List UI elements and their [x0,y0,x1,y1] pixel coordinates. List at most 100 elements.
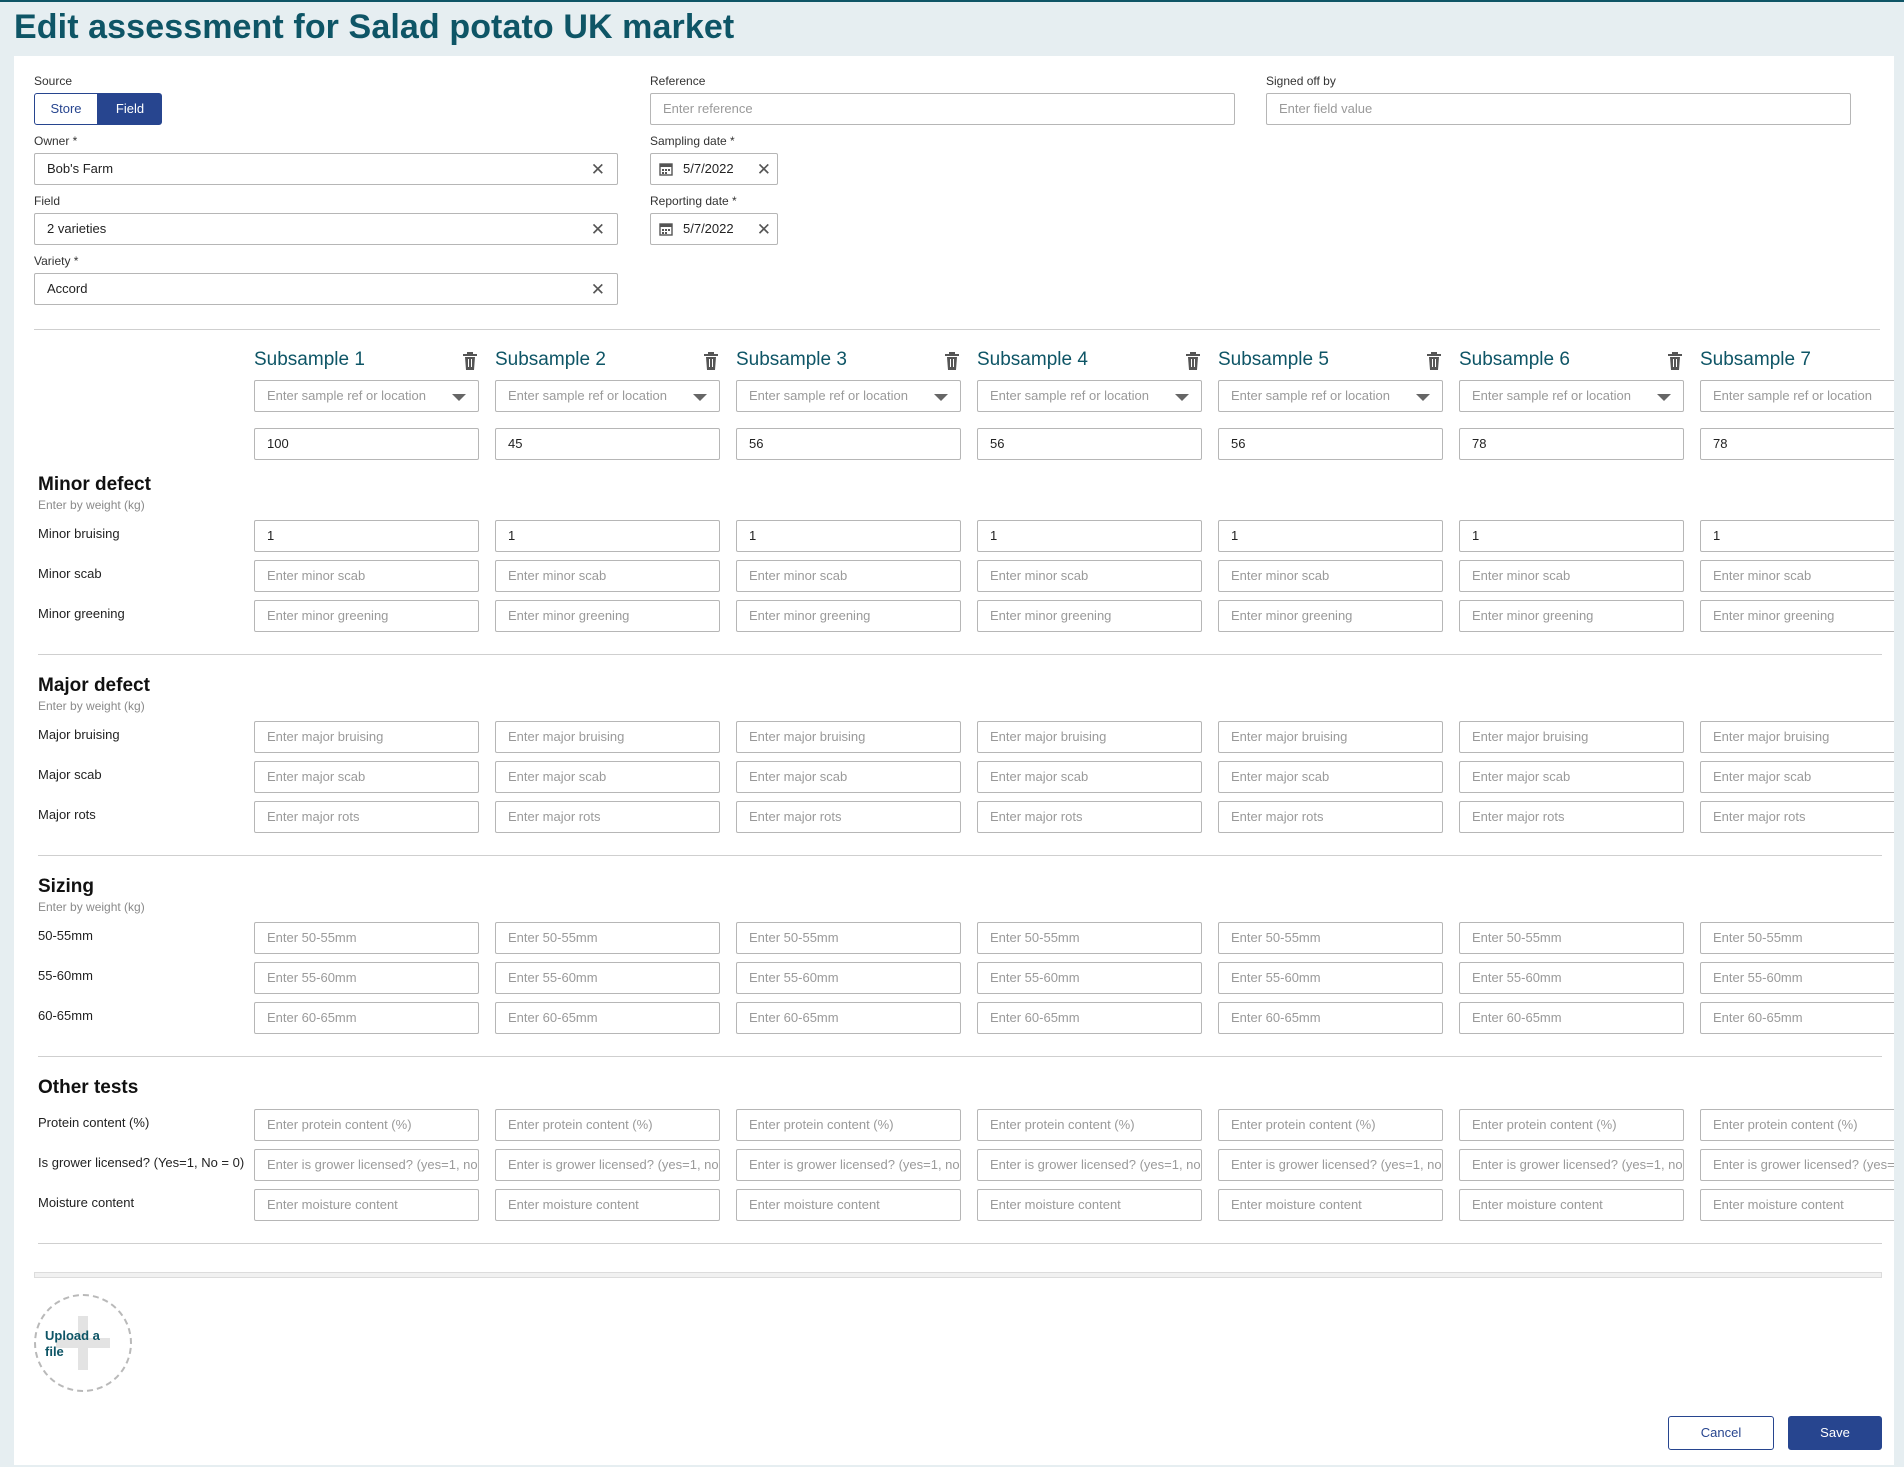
sample-ref-dropdown[interactable]: Enter sample ref or location [1459,380,1684,412]
measurement-input[interactable]: Enter 55-60mm [1459,962,1684,994]
delete-subsample-icon[interactable] [1426,352,1442,370]
subsample-weight-input[interactable]: 56 [1218,428,1443,460]
measurement-input[interactable]: Enter minor greening [977,600,1202,632]
measurement-input[interactable]: Enter major bruising [736,721,961,753]
measurement-input[interactable]: Enter major bruising [1218,721,1443,753]
horizontal-scrollbar[interactable] [34,1272,1882,1278]
measurement-input[interactable]: Enter 55-60mm [977,962,1202,994]
measurement-input[interactable]: Enter major scab [254,761,479,793]
measurement-input[interactable]: Enter 60-65mm [977,1002,1202,1034]
measurement-input[interactable]: Enter moisture content [1700,1189,1894,1221]
measurement-input[interactable]: Enter 50-55mm [1459,922,1684,954]
measurement-input[interactable]: Enter major scab [1459,761,1684,793]
sample-ref-dropdown[interactable]: Enter sample ref or location [736,380,961,412]
measurement-input[interactable]: Enter protein content (%) [1459,1109,1684,1141]
measurement-input[interactable]: Enter moisture content [495,1189,720,1221]
reference-input[interactable]: Enter reference [650,93,1235,125]
measurement-input[interactable]: Enter major rots [254,801,479,833]
measurement-input[interactable]: Enter protein content (%) [254,1109,479,1141]
measurement-input[interactable]: Enter minor greening [254,600,479,632]
measurement-input[interactable]: Enter protein content (%) [977,1109,1202,1141]
measurement-input[interactable]: Enter 50-55mm [1218,922,1443,954]
measurement-input[interactable]: Enter 50-55mm [254,922,479,954]
measurement-input[interactable]: Enter is grower licensed? (yes=1, no=0) [1218,1149,1443,1181]
measurement-input[interactable]: Enter is grower licensed? (yes=1, no=0) [495,1149,720,1181]
measurement-input[interactable]: Enter moisture content [254,1189,479,1221]
measurement-input[interactable]: Enter major scab [736,761,961,793]
measurement-input[interactable]: 1 [736,520,961,552]
reporting-date-input[interactable]: 5/7/2022 ✕ [650,213,778,245]
subsample-weight-input[interactable]: 56 [977,428,1202,460]
measurement-input[interactable]: Enter minor greening [1700,600,1894,632]
source-store-button[interactable]: Store [34,93,98,125]
measurement-input[interactable]: Enter 55-60mm [1700,962,1894,994]
source-field-button[interactable]: Field [98,93,162,125]
measurement-input[interactable]: Enter major bruising [977,721,1202,753]
subsample-weight-input[interactable]: 100 [254,428,479,460]
signed-off-by-input[interactable]: Enter field value [1266,93,1851,125]
measurement-input[interactable]: Enter minor scab [495,560,720,592]
clear-sampling-date-icon[interactable]: ✕ [757,161,771,178]
owner-select[interactable]: Bob's Farm ✕ [34,153,618,185]
measurement-input[interactable]: 1 [977,520,1202,552]
clear-reporting-date-icon[interactable]: ✕ [757,221,771,238]
delete-subsample-icon[interactable] [1185,352,1201,370]
measurement-input[interactable]: Enter major scab [1700,761,1894,793]
measurement-input[interactable]: Enter protein content (%) [1700,1109,1894,1141]
measurement-input[interactable]: Enter minor scab [1700,560,1894,592]
chevron-down-icon[interactable] [693,394,707,401]
subsample-weight-input[interactable]: 78 [1700,428,1894,460]
delete-subsample-icon[interactable] [1667,352,1683,370]
sample-ref-dropdown[interactable]: Enter sample ref or location [254,380,479,412]
measurement-input[interactable]: Enter minor greening [736,600,961,632]
measurement-input[interactable]: Enter protein content (%) [1218,1109,1443,1141]
measurement-input[interactable]: Enter major rots [1459,801,1684,833]
measurement-input[interactable]: Enter major rots [1700,801,1894,833]
measurement-input[interactable]: Enter 60-65mm [1700,1002,1894,1034]
measurement-input[interactable]: Enter 50-55mm [495,922,720,954]
measurement-input[interactable]: Enter is grower licensed? (yes=1, no=0) [254,1149,479,1181]
measurement-input[interactable]: Enter protein content (%) [495,1109,720,1141]
measurement-input[interactable]: 1 [1459,520,1684,552]
measurement-input[interactable]: Enter major rots [736,801,961,833]
measurement-input[interactable]: Enter minor greening [1218,600,1443,632]
measurement-input[interactable]: Enter minor scab [1218,560,1443,592]
variety-select[interactable]: Accord ✕ [34,273,618,305]
delete-subsample-icon[interactable] [703,352,719,370]
measurement-input[interactable]: Enter 60-65mm [1459,1002,1684,1034]
chevron-down-icon[interactable] [1416,394,1430,401]
measurement-input[interactable]: Enter is grower licensed? (yes=1, no=0) [1700,1149,1894,1181]
measurement-input[interactable]: Enter moisture content [736,1189,961,1221]
measurement-input[interactable]: 1 [254,520,479,552]
measurement-input[interactable]: Enter 60-65mm [254,1002,479,1034]
measurement-input[interactable]: 1 [1700,520,1894,552]
measurement-input[interactable]: 1 [495,520,720,552]
measurement-input[interactable]: Enter major rots [977,801,1202,833]
measurement-input[interactable]: 1 [1218,520,1443,552]
subsample-weight-input[interactable]: 45 [495,428,720,460]
measurement-input[interactable]: Enter 55-60mm [736,962,961,994]
measurement-input[interactable]: Enter 60-65mm [1218,1002,1443,1034]
measurement-input[interactable]: Enter minor greening [495,600,720,632]
measurement-input[interactable]: Enter 55-60mm [1218,962,1443,994]
measurement-input[interactable]: Enter is grower licensed? (yes=1, no=0) [1459,1149,1684,1181]
measurement-input[interactable]: Enter 60-65mm [495,1002,720,1034]
measurement-input[interactable]: Enter major bruising [1700,721,1894,753]
sample-ref-dropdown[interactable]: Enter sample ref or location [1700,380,1894,412]
measurement-input[interactable]: Enter major bruising [1459,721,1684,753]
clear-variety-icon[interactable]: ✕ [591,281,605,298]
measurement-input[interactable]: Enter major scab [977,761,1202,793]
measurement-input[interactable]: Enter moisture content [977,1189,1202,1221]
measurement-input[interactable]: Enter minor greening [1459,600,1684,632]
measurement-input[interactable]: Enter 55-60mm [495,962,720,994]
subsample-weight-input[interactable]: 56 [736,428,961,460]
measurement-input[interactable]: Enter 50-55mm [1700,922,1894,954]
chevron-down-icon[interactable] [934,394,948,401]
cancel-button[interactable]: Cancel [1668,1416,1774,1450]
sample-ref-dropdown[interactable]: Enter sample ref or location [977,380,1202,412]
measurement-input[interactable]: Enter major rots [1218,801,1443,833]
sampling-date-input[interactable]: 5/7/2022 ✕ [650,153,778,185]
sample-ref-dropdown[interactable]: Enter sample ref or location [1218,380,1443,412]
save-button[interactable]: Save [1788,1416,1882,1450]
measurement-input[interactable]: Enter major bruising [495,721,720,753]
